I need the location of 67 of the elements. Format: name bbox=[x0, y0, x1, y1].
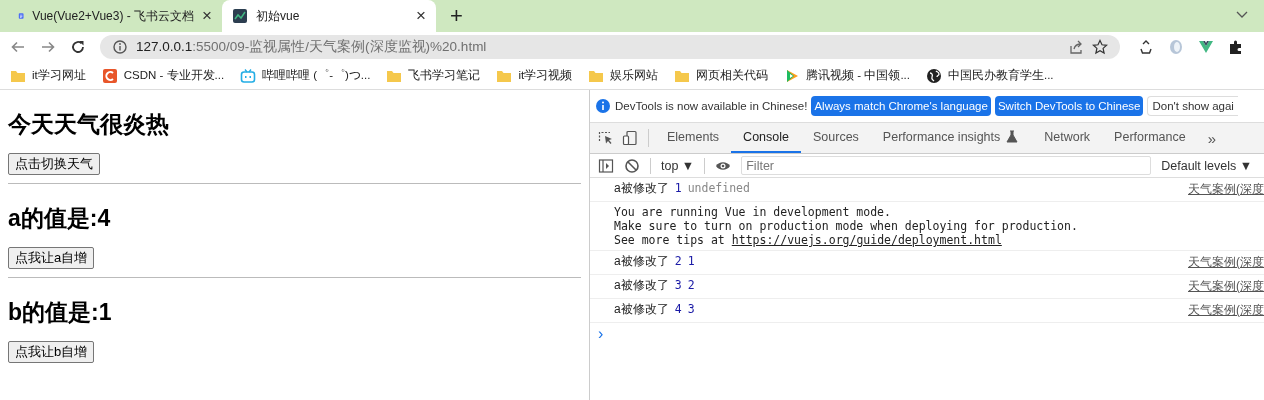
info-icon[interactable] bbox=[112, 39, 128, 55]
source-link[interactable]: 天气案例(深度 bbox=[1188, 278, 1264, 295]
share-icon[interactable] bbox=[1068, 39, 1084, 55]
csdn-logo-icon bbox=[101, 67, 118, 84]
browser-tab[interactable]: Vue(Vue2+Vue3) - 飞书云文档 × bbox=[8, 0, 222, 32]
filter-field[interactable]: Filter bbox=[741, 156, 1152, 175]
page-button[interactable]: 点我让b自增 bbox=[8, 341, 95, 363]
infobar-button[interactable]: Always match Chrome's language bbox=[811, 96, 991, 116]
flask-icon bbox=[1004, 129, 1021, 145]
star-icon[interactable] bbox=[1092, 39, 1108, 55]
log-message: You are running Vue in development mode. bbox=[614, 205, 892, 219]
tv-icon bbox=[240, 67, 257, 84]
browser-tab[interactable]: 初始vue × bbox=[222, 0, 436, 32]
page-button[interactable]: 点我让a自增 bbox=[8, 247, 95, 269]
app-icon bbox=[232, 8, 248, 24]
more-tabs-button[interactable]: » bbox=[1197, 123, 1226, 153]
sidebar-icon[interactable] bbox=[598, 157, 614, 174]
heading: a的值是:4 bbox=[8, 204, 112, 232]
log-message: Make sure to turn on production mode when deploying for production. bbox=[614, 219, 1078, 233]
bookmark[interactable]: 网页相关代码 bbox=[674, 67, 769, 84]
devtools-tab[interactable]: Elements bbox=[655, 123, 732, 153]
inspect-icon[interactable] bbox=[598, 130, 614, 146]
bookmark[interactable]: it学习视频 bbox=[496, 67, 573, 84]
source-link[interactable]: 天气案例(深度 bbox=[1188, 181, 1264, 198]
vue-icon[interactable] bbox=[1198, 39, 1214, 55]
heading: 今天天气很炎热 bbox=[8, 110, 170, 138]
log-message: a被修改了 4 3 bbox=[614, 302, 695, 318]
reload-icon[interactable] bbox=[70, 39, 86, 55]
bookmark[interactable]: 哔哩哔哩 (゜-゜)つ... bbox=[240, 67, 371, 84]
puzzle-icon[interactable] bbox=[1228, 39, 1244, 55]
globe-icon bbox=[926, 67, 942, 84]
source-link[interactable]: 天气案例(深度 bbox=[1188, 302, 1264, 319]
infobar-button[interactable]: Switch DevTools to Chinese bbox=[994, 96, 1144, 116]
bookmark[interactable]: 飞书学习笔记 bbox=[386, 67, 481, 84]
context-selector[interactable]: top ▼ bbox=[661, 158, 695, 173]
bookmark[interactable]: it学习网址 bbox=[10, 67, 86, 84]
infobar-message: DevTools is now available in Chinese! bbox=[615, 100, 808, 112]
log-message: a被修改了 2 1 bbox=[614, 254, 695, 270]
bookmark[interactable]: 娱乐网站 bbox=[588, 67, 659, 84]
device-icon[interactable] bbox=[622, 130, 638, 146]
dismiss-button[interactable]: Don't show agai bbox=[1147, 96, 1238, 116]
bookmark[interactable]: CSDN - 专业开发... bbox=[101, 67, 225, 84]
bookmark[interactable]: 腾讯视频 - 中国领... bbox=[784, 67, 910, 84]
devtools-tab[interactable]: Network bbox=[1032, 123, 1103, 153]
devtools-tab[interactable]: Performance bbox=[1102, 123, 1198, 153]
docs-link[interactable]: https://vuejs.org/guide/deployment.html bbox=[731, 233, 1002, 247]
close-button[interactable]: × bbox=[416, 6, 426, 26]
bookmark[interactable]: 中国民办教育学生... bbox=[926, 67, 1054, 84]
source-link[interactable]: 天气案例(深度 bbox=[1188, 254, 1264, 271]
heading: b的值是:1 bbox=[8, 298, 113, 326]
devtools-tab[interactable]: Sources bbox=[801, 123, 871, 153]
address-bar[interactable]: 127.0.0.1:5500/09-监视属性/天气案例(深度监视)%20.html bbox=[100, 35, 1120, 59]
page-button[interactable]: 点击切换天气 bbox=[8, 153, 100, 175]
forward-icon[interactable] bbox=[40, 39, 56, 55]
console-prompt[interactable]: › bbox=[590, 323, 1264, 343]
close-button[interactable]: × bbox=[202, 6, 212, 26]
log-message: a被修改了 1 undefined bbox=[614, 181, 750, 197]
clear-icon[interactable] bbox=[624, 157, 640, 174]
log-message: See more tips at bbox=[614, 233, 725, 247]
devtools-tab[interactable]: Performance insights bbox=[870, 123, 1033, 153]
log-message: a被修改了 3 2 bbox=[614, 278, 695, 294]
back-icon[interactable] bbox=[10, 39, 26, 55]
levels-dropdown[interactable]: Default levels ▼ bbox=[1161, 158, 1253, 173]
url-text: 127.0.0.1:5500/09-监视属性/天气案例(深度监视)%20.html bbox=[136, 38, 487, 56]
info-icon bbox=[595, 98, 611, 114]
new-tab-button[interactable]: + bbox=[450, 4, 463, 28]
devtools-tab[interactable]: Console bbox=[731, 123, 801, 153]
